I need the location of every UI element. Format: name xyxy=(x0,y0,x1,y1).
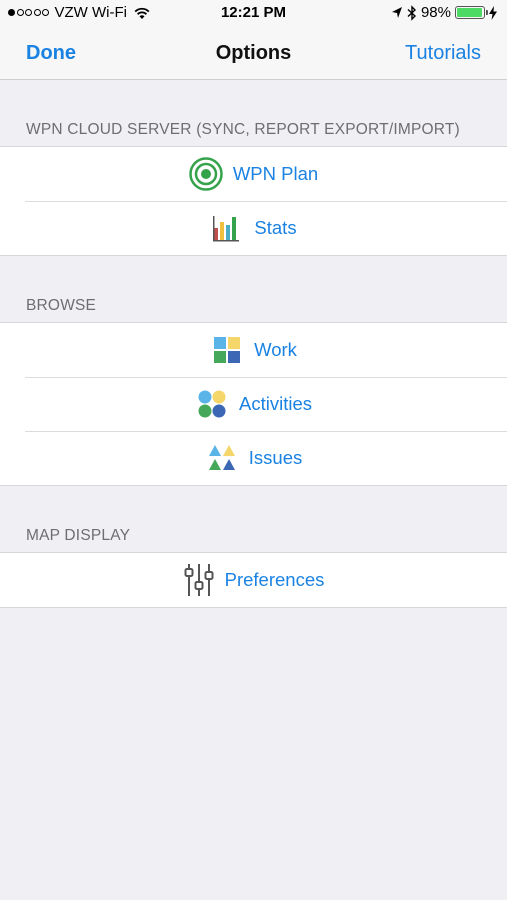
row-label-issues: Issues xyxy=(248,447,303,468)
status-bar: VZW Wi-Fi 12:21 PM 98% xyxy=(0,0,507,28)
section-header-cloud: WPN CLOUD SERVER (SYNC, REPORT EXPORT/IM… xyxy=(26,121,460,138)
group-cloud: WPN Plan Stats xyxy=(0,146,507,256)
row-label-work: Work xyxy=(254,339,297,360)
row-preferences[interactable]: Preferences xyxy=(0,553,507,607)
sliders-icon xyxy=(183,562,215,598)
row-label-stats: Stats xyxy=(254,217,297,238)
status-right: 98% xyxy=(391,4,501,21)
squares-icon xyxy=(210,333,244,367)
section-header-map-display: MAP DISPLAY xyxy=(26,527,131,544)
target-icon xyxy=(189,157,223,191)
row-activities[interactable]: Activities xyxy=(0,377,507,431)
row-label-preferences: Preferences xyxy=(224,569,325,590)
section-header-browse: BROWSE xyxy=(26,297,97,314)
navigation-bar: Done Options Tutorials xyxy=(0,28,507,80)
group-map-display: Preferences xyxy=(0,552,507,608)
battery-icon xyxy=(455,6,488,19)
row-label-activities: Activities xyxy=(239,393,312,414)
location-arrow-icon xyxy=(391,6,402,18)
bluetooth-icon xyxy=(407,4,416,21)
row-work[interactable]: Work xyxy=(0,323,507,377)
battery-percent: 98% xyxy=(420,4,451,21)
row-wpn-plan[interactable]: WPN Plan xyxy=(0,147,507,201)
row-label-wpn-plan: WPN Plan xyxy=(232,163,319,184)
tutorials-button[interactable]: Tutorials xyxy=(405,42,481,65)
group-browse: Work Activities Issues xyxy=(0,322,507,486)
bar-chart-icon xyxy=(210,211,244,245)
triangles-icon xyxy=(205,441,239,475)
row-stats[interactable]: Stats xyxy=(0,201,507,255)
charging-bolt-icon xyxy=(489,5,497,20)
row-issues[interactable]: Issues xyxy=(0,431,507,485)
circles-icon xyxy=(195,387,229,421)
